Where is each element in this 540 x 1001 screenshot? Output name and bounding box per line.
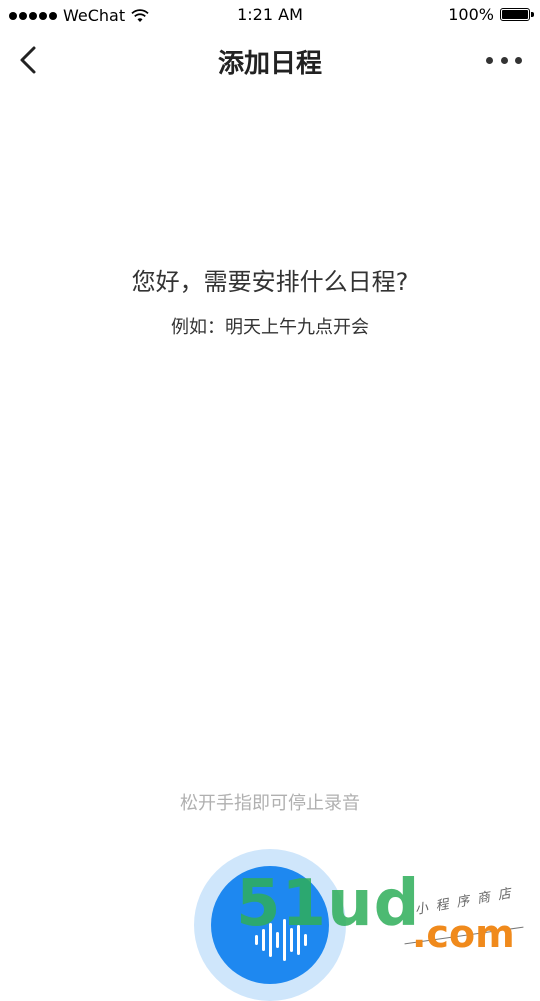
status-right: 100% — [448, 5, 534, 24]
battery-icon — [500, 8, 534, 21]
watermark-logo: 51ud — [236, 867, 421, 941]
watermark-domain: .com — [412, 912, 515, 956]
status-bar: WeChat 1:21 AM 100% — [0, 0, 540, 30]
battery-percent: 100% — [448, 5, 494, 24]
page-title: 添加日程 — [217, 49, 322, 79]
more-button[interactable] — [486, 50, 522, 70]
battery-fill — [502, 10, 528, 19]
more-dots-icon — [486, 56, 493, 64]
prompt-example: 例如：明天上午九点开会 — [171, 317, 369, 338]
release-hint: 松开手指即可停止录音 — [180, 793, 360, 814]
nav-bar: 添加日程 — [0, 30, 540, 90]
prompt-title: 您好，需要安排什么日程? — [131, 268, 409, 296]
